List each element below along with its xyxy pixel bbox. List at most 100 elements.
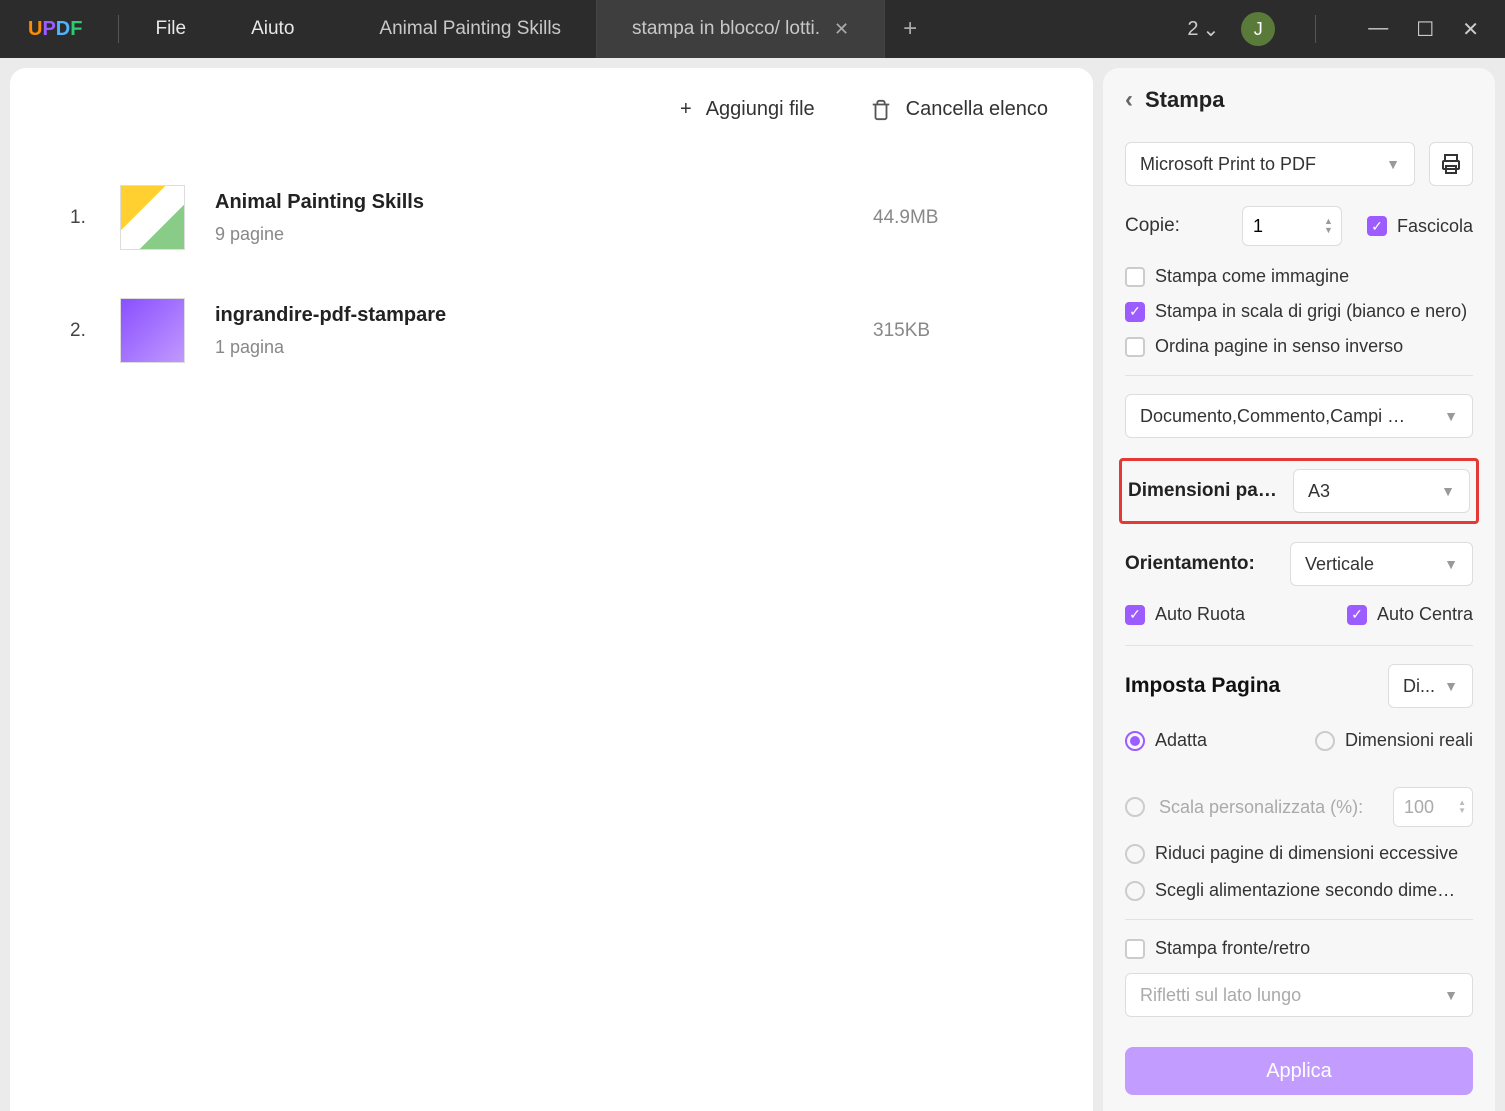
copies-label: Copie:	[1125, 215, 1180, 237]
close-icon[interactable]: ✕	[1462, 17, 1479, 42]
file-size: 315KB	[873, 320, 1033, 342]
tab-batch-print[interactable]: stampa in blocco/ lotti. ✕	[597, 0, 885, 58]
printer-select[interactable]: Microsoft Print to PDF ▼	[1125, 142, 1415, 186]
shrink-radio[interactable]	[1125, 844, 1145, 864]
chevron-down-icon: ▼	[1386, 156, 1400, 172]
divider	[1125, 375, 1473, 376]
apply-button[interactable]: Applica	[1125, 1047, 1473, 1095]
content-select[interactable]: Documento,Commento,Campi mo... ▼	[1125, 394, 1473, 438]
orientation-value: Verticale	[1305, 554, 1374, 575]
print-button[interactable]	[1429, 142, 1473, 186]
auto-rotate-checkbox[interactable]: ✓	[1125, 605, 1145, 625]
page-setup-value: Di...	[1403, 676, 1435, 697]
print-image-checkbox[interactable]	[1125, 267, 1145, 287]
add-file-button[interactable]: + Aggiungi file	[680, 98, 815, 121]
titlebar-right: 2 ⌄ J — ☐ ✕	[1187, 12, 1495, 46]
add-tab-button[interactable]: +	[885, 0, 935, 58]
chevron-down-icon: ▼	[1444, 408, 1458, 424]
shrink-label: Riduci pagine di dimensioni eccessive	[1155, 843, 1458, 864]
file-info: Animal Painting Skills 9 pagine	[215, 191, 873, 245]
add-file-label: Aggiungi file	[706, 98, 815, 121]
panel-title: Stampa	[1145, 87, 1224, 113]
divider	[1315, 15, 1316, 43]
menu-file[interactable]: File	[155, 18, 186, 40]
titlebar: UPDF File Aiuto Animal Painting Skills s…	[0, 0, 1505, 58]
reverse-label: Ordina pagine in senso inverso	[1155, 336, 1403, 357]
file-pages: 9 pagine	[215, 224, 873, 245]
clear-list-button[interactable]: Cancella elenco	[870, 98, 1048, 121]
page-size-highlight: Dimensioni pag... A3 ▼	[1119, 458, 1479, 524]
chevron-down-icon: ▼	[1444, 678, 1458, 694]
file-size: 44.9MB	[873, 207, 1033, 229]
file-index: 2.	[70, 320, 120, 342]
duplex-checkbox[interactable]	[1125, 939, 1145, 959]
file-toolbar: + Aggiungi file Cancella elenco	[10, 68, 1093, 151]
collate-checkbox[interactable]: ✓	[1367, 216, 1387, 236]
chevron-down-icon: ⌄	[1203, 17, 1220, 42]
file-title: Animal Painting Skills	[215, 191, 873, 214]
divider	[118, 15, 119, 43]
file-row[interactable]: 2. ingrandire-pdf-stampare 1 pagina 315K…	[70, 274, 1033, 387]
content-value: Documento,Commento,Campi mo...	[1140, 406, 1420, 427]
reverse-checkbox[interactable]	[1125, 337, 1145, 357]
fit-radio[interactable]	[1125, 731, 1145, 751]
auto-center-checkbox[interactable]: ✓	[1347, 605, 1367, 625]
spinner-arrows[interactable]: ▲▼	[1458, 799, 1466, 815]
print-panel: ‹ Stampa Microsoft Print to PDF ▼ Copie:…	[1103, 68, 1495, 1111]
maximize-icon[interactable]: ☐	[1416, 17, 1434, 42]
clear-list-label: Cancella elenco	[906, 98, 1048, 121]
print-panel-header: ‹ Stampa	[1103, 68, 1495, 132]
menu-help[interactable]: Aiuto	[251, 18, 294, 40]
document-tabs: Animal Painting Skills stampa in blocco/…	[344, 0, 935, 58]
choose-paper-radio[interactable]	[1125, 881, 1145, 901]
grayscale-checkbox[interactable]: ✓	[1125, 302, 1145, 322]
orientation-select[interactable]: Verticale ▼	[1290, 542, 1473, 586]
file-index: 1.	[70, 207, 120, 229]
file-thumbnail	[120, 185, 185, 250]
back-icon[interactable]: ‹	[1125, 86, 1133, 114]
close-icon[interactable]: ✕	[834, 19, 849, 40]
flip-select[interactable]: Rifletti sul lato lungo ▼	[1125, 973, 1473, 1017]
tab-label: stampa in blocco/ lotti.	[632, 18, 820, 40]
page-setup-select[interactable]: Di... ▼	[1388, 664, 1473, 708]
custom-scale-radio[interactable]	[1125, 797, 1145, 817]
duplex-label: Stampa fronte/retro	[1155, 938, 1310, 959]
page-setup-label: Imposta Pagina	[1125, 674, 1280, 698]
user-avatar[interactable]: J	[1241, 12, 1275, 46]
custom-scale-input[interactable]: 100 ▲▼	[1393, 787, 1473, 827]
choose-paper-label: Scegli alimentazione secondo dimensi...	[1155, 880, 1465, 901]
trash-icon	[870, 99, 892, 121]
copies-input[interactable]: 1 ▲▼	[1242, 206, 1342, 246]
custom-scale-label: Scala personalizzata (%):	[1159, 797, 1379, 818]
print-panel-body: Microsoft Print to PDF ▼ Copie: 1 ▲▼ ✓	[1103, 132, 1495, 1035]
tab-animal-painting[interactable]: Animal Painting Skills	[344, 0, 597, 58]
main-menu: File Aiuto	[155, 18, 294, 40]
file-row[interactable]: 1. Animal Painting Skills 9 pagine 44.9M…	[70, 161, 1033, 274]
divider	[1125, 919, 1473, 920]
chevron-down-icon: ▼	[1444, 556, 1458, 572]
auto-center-label: Auto Centra	[1377, 604, 1473, 625]
printer-value: Microsoft Print to PDF	[1140, 154, 1316, 175]
file-info: ingrandire-pdf-stampare 1 pagina	[215, 304, 873, 358]
file-list: 1. Animal Painting Skills 9 pagine 44.9M…	[10, 151, 1093, 397]
collate-label: Fascicola	[1397, 216, 1473, 237]
file-title: ingrandire-pdf-stampare	[215, 304, 873, 327]
tab-count[interactable]: 2 ⌄	[1187, 17, 1219, 42]
spinner-arrows[interactable]: ▲▼	[1324, 217, 1333, 235]
actual-size-radio[interactable]	[1315, 731, 1335, 751]
file-pages: 1 pagina	[215, 337, 873, 358]
app-logo: UPDF	[28, 18, 82, 41]
file-list-panel: + Aggiungi file Cancella elenco 1. Anima…	[10, 68, 1093, 1111]
page-size-label: Dimensioni pag...	[1128, 480, 1283, 502]
divider	[1125, 645, 1473, 646]
page-size-value: A3	[1308, 481, 1330, 502]
chevron-down-icon: ▼	[1441, 483, 1455, 499]
page-size-select[interactable]: A3 ▼	[1293, 469, 1470, 513]
plus-icon: +	[680, 98, 692, 121]
window-controls: — ☐ ✕	[1368, 17, 1479, 42]
printer-icon	[1439, 152, 1463, 176]
workspace: + Aggiungi file Cancella elenco 1. Anima…	[0, 58, 1505, 1111]
minimize-icon[interactable]: —	[1368, 17, 1388, 42]
chevron-down-icon: ▼	[1444, 987, 1458, 1003]
actual-size-label: Dimensioni reali	[1345, 730, 1473, 751]
